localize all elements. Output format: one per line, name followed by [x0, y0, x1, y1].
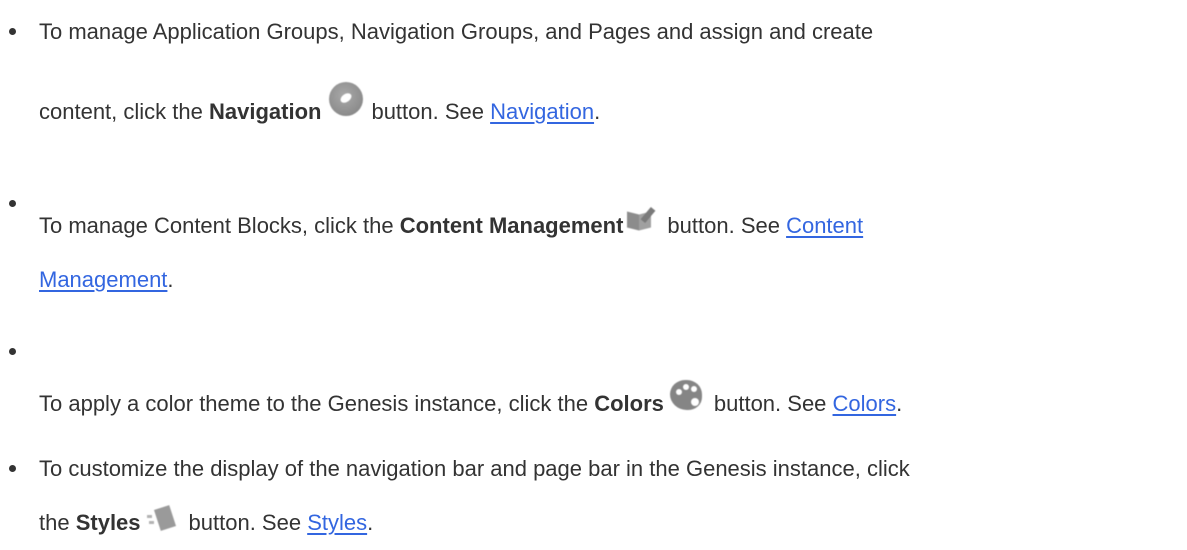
list-item-text-line: To apply a color theme to the Genesis in…: [39, 380, 903, 416]
styles-bold-label: Styles: [75, 510, 141, 535]
list-item-text-line: the Styles button. See Styles.: [39, 505, 374, 536]
list-item-text-line: To customize the display of the navigati…: [39, 456, 910, 482]
colors-link[interactable]: Colors: [833, 391, 897, 416]
styles-icon: [146, 505, 177, 533]
styles-item-line1: To customize the display of the navigati…: [39, 456, 910, 481]
colors-bold-label: Colors: [594, 390, 664, 416]
navigation-item-end: .: [594, 98, 601, 124]
content-management-link-cont[interactable]: Management: [39, 267, 167, 292]
colors-item-end: .: [896, 390, 903, 416]
palette-icon: [669, 380, 702, 410]
styles-item-after: button. See: [188, 510, 308, 535]
bullet-dot: [9, 200, 16, 207]
styles-item-end: .: [367, 510, 374, 535]
bullet-dot: [9, 348, 16, 355]
navigation-link[interactable]: Navigation: [490, 99, 594, 124]
list-item-text-line: To manage Content Blocks, click the Cont…: [39, 207, 863, 239]
colors-item-after: button. See: [713, 390, 833, 416]
content-management-bold-label: Content Management: [399, 213, 624, 238]
content-management-icon: [627, 207, 657, 231]
bullet-dot: [9, 28, 16, 35]
navigation-item-after: button. See: [371, 98, 491, 124]
compass-icon: [329, 82, 364, 116]
colors-item-text: To apply a color theme to the Genesis in…: [39, 390, 595, 416]
list-item-text-line: To manage Application Groups, Navigation…: [39, 19, 873, 45]
bullet-dot: [9, 465, 16, 472]
styles-link[interactable]: Styles: [307, 510, 367, 535]
content-item-end: .: [167, 267, 174, 292]
content-item-after: button. See: [667, 213, 787, 238]
content-management-link[interactable]: Content: [786, 213, 863, 238]
navigation-bold-label: Navigation: [208, 98, 322, 124]
list-item-text-line: Management.: [39, 267, 174, 293]
navigation-item-text: content, click the: [39, 98, 209, 124]
styles-item-text: the: [39, 510, 76, 535]
list-item-text-line: content, click the Navigation button. See…: [39, 82, 601, 124]
content-item-text: To manage Content Blocks, click the: [39, 213, 400, 238]
navigation-item-line1: To manage Application Groups, Navigation…: [39, 19, 874, 44]
